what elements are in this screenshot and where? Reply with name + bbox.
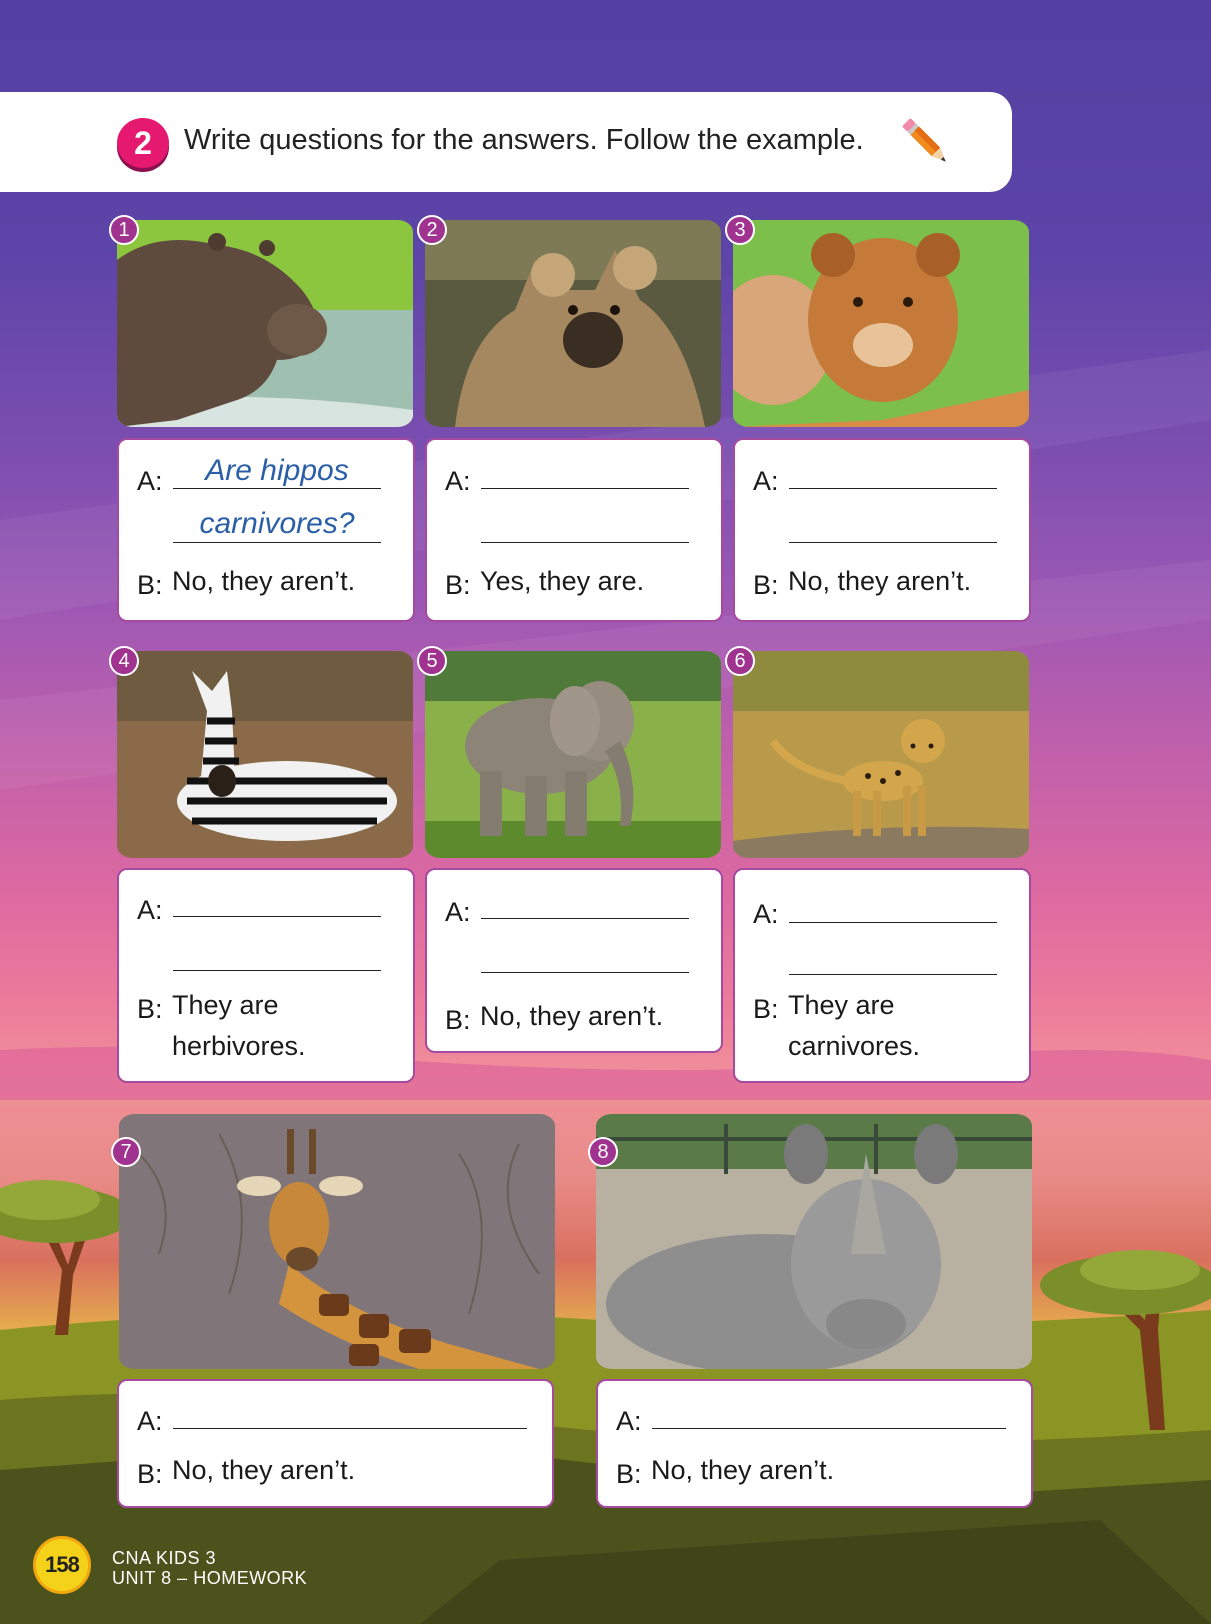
item-number-badge: 7 <box>111 1137 141 1167</box>
hyena-photo <box>425 220 721 427</box>
answer-line[interactable] <box>481 458 689 489</box>
answer-line[interactable] <box>173 940 381 971</box>
answer-card-5: A: B: No, they aren’t. <box>425 868 723 1053</box>
b-label: B: <box>616 1459 642 1489</box>
exercise-number-badge: 2 <box>117 118 169 168</box>
b-answer: No, they aren’t. <box>651 1455 835 1485</box>
a-label: A: <box>753 466 779 496</box>
answer-card-7: A: B: No, they aren’t. <box>117 1379 554 1508</box>
b-label: B: <box>445 570 471 600</box>
rhino-photo <box>596 1114 1032 1369</box>
answer-line[interactable] <box>173 1399 527 1429</box>
answer-line[interactable] <box>789 942 997 975</box>
answer-line[interactable] <box>789 510 997 543</box>
a-label: A: <box>137 1406 163 1436</box>
b-label: B: <box>753 570 779 600</box>
b-label: B: <box>445 1005 471 1035</box>
answer-line[interactable] <box>789 458 997 489</box>
zebra-photo <box>117 651 413 858</box>
a-label: A: <box>137 895 163 925</box>
a-label: A: <box>753 899 779 929</box>
item-number-badge: 5 <box>417 646 447 676</box>
answer-card-2: A: B: Yes, they are. <box>425 438 723 622</box>
a-label: A: <box>616 1406 642 1436</box>
a-label: A: <box>137 466 163 496</box>
b-label: B: <box>137 1459 163 1489</box>
b-label: B: <box>137 570 163 600</box>
b-answer-line1: They are <box>788 990 895 1020</box>
exercise-instruction: Write questions for the answers. Follow … <box>184 124 864 156</box>
b-label: B: <box>137 994 163 1024</box>
item-number-badge: 4 <box>109 646 139 676</box>
answer-card-4: A: B: They are herbivores. <box>117 868 415 1083</box>
item-number-badge: 1 <box>109 215 139 245</box>
b-answer: No, they aren’t. <box>788 566 972 596</box>
item-number-badge: 8 <box>588 1137 618 1167</box>
b-answer: No, they aren’t. <box>480 1001 664 1031</box>
b-answer-line2: carnivores. <box>788 1031 921 1061</box>
answer-line[interactable] <box>652 1399 1006 1429</box>
answer-line[interactable] <box>481 940 689 973</box>
b-answer-line2: herbivores. <box>172 1031 306 1061</box>
hippo-photo <box>117 220 413 427</box>
answer-line[interactable] <box>789 892 997 923</box>
a-label: A: <box>445 897 471 927</box>
answer-card-8: A: B: No, they aren’t. <box>596 1379 1033 1508</box>
answer-line[interactable] <box>173 888 381 917</box>
answer-card-3: A: B: No, they aren’t. <box>733 438 1031 622</box>
answer-line[interactable] <box>481 510 689 543</box>
answer-card-1: A: Are hippos carnivores? B: No, they ar… <box>117 438 415 622</box>
a-label: A: <box>445 466 471 496</box>
answer-card-6: A: B: They are carnivores. <box>733 868 1031 1083</box>
b-answer: Yes, they are. <box>480 566 645 596</box>
b-answer: No, they aren’t. <box>172 566 356 596</box>
b-label: B: <box>753 994 779 1024</box>
page-number-badge: 158 <box>33 1536 91 1594</box>
example-answer-line1: Are hippos <box>205 454 349 487</box>
item-number-badge: 3 <box>725 215 755 245</box>
unit-label: UNIT 8 – HOMEWORK <box>112 1568 308 1588</box>
example-answer-line2: carnivores? <box>199 507 355 540</box>
item-number-badge: 6 <box>725 646 755 676</box>
b-answer: No, they aren’t. <box>172 1455 356 1485</box>
lion-cub-photo <box>733 220 1029 427</box>
book-title: CNA KIDS 3 <box>112 1548 217 1568</box>
b-answer-line1: They are <box>172 990 279 1020</box>
cheetah-cub-photo <box>733 651 1029 858</box>
pencil-icon <box>902 118 946 162</box>
giraffe-photo <box>119 1114 555 1369</box>
answer-line[interactable] <box>481 888 689 919</box>
elephant-photo <box>425 651 721 858</box>
item-number-badge: 2 <box>417 215 447 245</box>
